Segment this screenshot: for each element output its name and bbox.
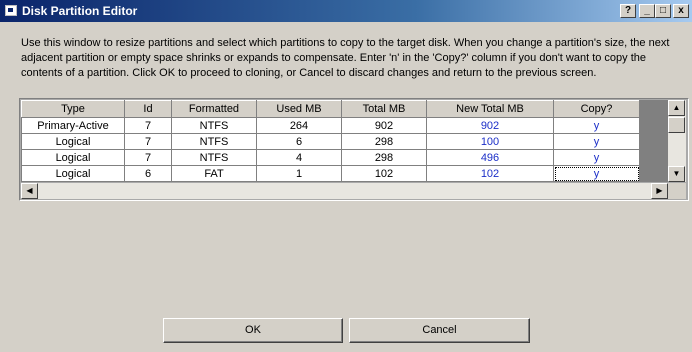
- cell-formatted[interactable]: NTFS: [171, 133, 257, 150]
- cell-id[interactable]: 6: [124, 165, 172, 182]
- partition-table: Type Id Formatted Used MB Total MB New T…: [21, 100, 669, 182]
- cell-type[interactable]: Logical: [21, 133, 125, 150]
- table-row: Logical 6 FAT 1 102 102 y: [21, 165, 669, 182]
- row-filler: [639, 117, 669, 134]
- cell-used-mb[interactable]: 1: [256, 165, 342, 182]
- header-filler: [639, 100, 669, 118]
- minimize-button[interactable]: _: [639, 4, 655, 18]
- cell-total-mb[interactable]: 102: [341, 165, 427, 182]
- column-header-id[interactable]: Id: [124, 100, 172, 118]
- maximize-button[interactable]: □: [655, 4, 671, 18]
- cell-total-mb[interactable]: 298: [341, 133, 427, 150]
- column-header-total-mb[interactable]: Total MB: [341, 100, 427, 118]
- cell-id[interactable]: 7: [124, 149, 172, 166]
- cell-used-mb[interactable]: 264: [256, 117, 342, 134]
- table-row: Primary-Active 7 NTFS 264 902 902 y: [21, 117, 669, 134]
- cell-copy[interactable]: y: [553, 133, 640, 150]
- cell-id[interactable]: 7: [124, 117, 172, 134]
- cell-new-total-mb[interactable]: 100: [426, 133, 554, 150]
- cell-total-mb[interactable]: 902: [341, 117, 427, 134]
- ok-button[interactable]: OK: [163, 318, 343, 343]
- scroll-down-icon[interactable]: ▼: [668, 166, 685, 182]
- cell-copy[interactable]: y: [553, 117, 640, 134]
- row-filler: [639, 133, 669, 150]
- cell-formatted[interactable]: NTFS: [171, 149, 257, 166]
- scroll-left-icon[interactable]: ◀: [21, 183, 38, 199]
- window-title: Disk Partition Editor: [22, 4, 138, 18]
- cell-used-mb[interactable]: 6: [256, 133, 342, 150]
- table-row: Logical 7 NTFS 4 298 496 y: [21, 149, 669, 166]
- vertical-scrollbar[interactable]: ▲ ▼: [668, 100, 686, 182]
- row-filler: [639, 165, 669, 182]
- column-header-formatted[interactable]: Formatted: [171, 100, 257, 118]
- cell-type[interactable]: Logical: [21, 149, 125, 166]
- cell-total-mb[interactable]: 298: [341, 149, 427, 166]
- partition-grid[interactable]: Type Id Formatted Used MB Total MB New T…: [19, 98, 689, 201]
- window-icon: [5, 5, 17, 16]
- close-button[interactable]: x: [673, 4, 689, 18]
- scrollbar-corner: [668, 183, 686, 199]
- cell-type[interactable]: Logical: [21, 165, 125, 182]
- cell-copy-focused[interactable]: y: [553, 165, 640, 182]
- scroll-right-icon[interactable]: ▶: [651, 183, 668, 199]
- cell-copy[interactable]: y: [553, 149, 640, 166]
- vertical-scroll-thumb[interactable]: [668, 117, 685, 133]
- header-row: Type Id Formatted Used MB Total MB New T…: [21, 100, 669, 118]
- scroll-up-icon[interactable]: ▲: [668, 100, 685, 116]
- cell-new-total-mb[interactable]: 102: [426, 165, 554, 182]
- title-bar: Disk Partition Editor ? _ □ x: [0, 0, 692, 22]
- cell-formatted[interactable]: FAT: [171, 165, 257, 182]
- cell-used-mb[interactable]: 4: [256, 149, 342, 166]
- column-header-new-total-mb[interactable]: New Total MB: [426, 100, 554, 118]
- cell-type[interactable]: Primary-Active: [21, 117, 125, 134]
- cancel-button[interactable]: Cancel: [349, 318, 530, 343]
- cell-new-total-mb[interactable]: 902: [426, 117, 554, 134]
- column-header-type[interactable]: Type: [21, 100, 125, 118]
- table-row: Logical 7 NTFS 6 298 100 y: [21, 133, 669, 150]
- help-button[interactable]: ?: [620, 4, 636, 18]
- column-header-used-mb[interactable]: Used MB: [256, 100, 342, 118]
- cell-formatted[interactable]: NTFS: [171, 117, 257, 134]
- cell-id[interactable]: 7: [124, 133, 172, 150]
- cell-new-total-mb[interactable]: 496: [426, 149, 554, 166]
- row-filler: [639, 149, 669, 166]
- instructions-text: Use this window to resize partitions and…: [21, 37, 670, 79]
- column-header-copy[interactable]: Copy?: [553, 100, 640, 118]
- horizontal-scrollbar[interactable]: ◀ ▶: [21, 183, 668, 199]
